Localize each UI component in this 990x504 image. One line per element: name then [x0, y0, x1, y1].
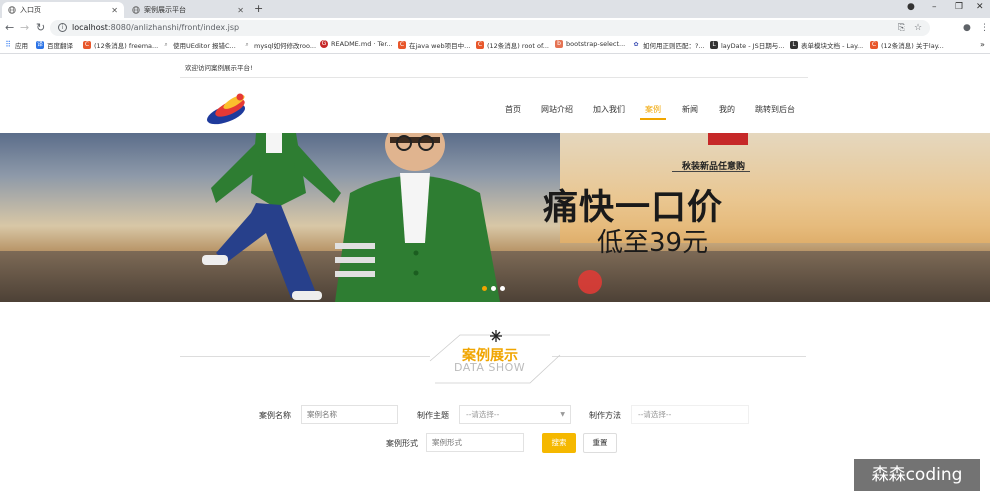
paw-icon: ✿ [632, 41, 640, 49]
csdn-icon: C [398, 41, 406, 49]
menu-icon[interactable]: ⋮ [980, 23, 989, 33]
nav-mine[interactable]: 我的 [719, 104, 735, 115]
method-label: 制作方法 [589, 411, 621, 420]
nav-active-indicator [640, 118, 666, 120]
bookmarks-overflow-button[interactable]: » [980, 40, 985, 49]
section-divider-right [552, 356, 806, 357]
mouse-cursor-highlight [578, 270, 602, 294]
banner-carousel[interactable]: 秋装新品任意购 痛快一口价 低至39元 [0, 133, 990, 302]
chevron-down-icon: ▼ [560, 411, 565, 418]
info-icon[interactable]: i [58, 23, 67, 32]
gitee-icon: G [320, 40, 328, 48]
browser-tab-cases[interactable]: 案例展示平台 ✕ [126, 2, 250, 18]
section-divider-left [180, 356, 430, 357]
case-name-label: 案例名称 [259, 411, 291, 420]
bookmark-item[interactable]: L 表单模块文档 - Lay... [790, 40, 863, 50]
csdn-icon: C [870, 41, 878, 49]
carousel-dot-3[interactable] [500, 286, 505, 291]
apps-grid-icon: ⠿ [4, 40, 12, 49]
layui-icon: L [790, 41, 798, 49]
bookmark-item[interactable]: b bootstrap-select... [555, 40, 625, 48]
globe-icon [8, 6, 16, 14]
tab-title: 案例展示平台 [144, 6, 186, 14]
carousel-indicators [482, 286, 505, 291]
csdn-icon: C [476, 41, 484, 49]
bookmark-item[interactable]: C (12条消息) 关于lay... [870, 40, 944, 50]
maker-select[interactable]: --请选择-- ▼ [459, 405, 571, 424]
browser-tab-bar: 入口页 ✕ 案例展示平台 ✕ + ● – ❐ ✕ [0, 0, 990, 18]
close-tab-icon[interactable]: ✕ [111, 6, 118, 15]
back-icon[interactable]: ← [5, 21, 14, 35]
site-logo[interactable] [204, 88, 254, 126]
search-icon: ⌕ [243, 41, 251, 49]
bookmark-item[interactable]: ⌕ mysql如何修改roo... [243, 40, 316, 50]
bootstrap-icon: b [555, 40, 563, 48]
translate-icon: 译 [36, 41, 44, 49]
csdn-icon: C [83, 41, 91, 49]
close-window-icon[interactable]: ✕ [976, 2, 984, 12]
bookmark-apps[interactable]: ⠿ 应用 [4, 40, 28, 50]
nav-cases[interactable]: 案例 [645, 104, 661, 115]
section-subtitle: DATA SHOW [454, 361, 526, 374]
carousel-dot-2[interactable] [491, 286, 496, 291]
maker-label: 制作主题 [417, 411, 449, 420]
globe-icon [132, 6, 140, 14]
bookmark-item[interactable]: C (12条消息) root of... [476, 40, 549, 50]
banner-model-standing [335, 133, 500, 302]
tab-title: 入口页 [20, 6, 41, 14]
method-select[interactable]: --请选择-- [631, 405, 749, 424]
address-url[interactable]: localhost:8080/anlizhanshi/front/index.j… [72, 23, 239, 32]
new-tab-button[interactable]: + [254, 2, 263, 16]
divider [180, 77, 808, 78]
translate-icon[interactable]: ⎘ [898, 23, 905, 33]
banner-badge [708, 133, 748, 145]
carousel-dot-1[interactable] [482, 286, 487, 291]
reset-button[interactable]: 重置 [583, 433, 617, 453]
banner-price: 低至39元 [597, 228, 709, 258]
nav-news[interactable]: 新闻 [682, 104, 698, 115]
bookmark-item[interactable]: C (12条消息) freema... [83, 40, 158, 50]
layui-icon: L [710, 41, 718, 49]
bookmark-item[interactable]: 译 百度翻译 [36, 40, 73, 50]
banner-model-jumping [202, 133, 341, 300]
forward-icon[interactable]: → [20, 21, 29, 35]
case-name-input[interactable] [301, 405, 398, 424]
bookmark-item[interactable]: ✿ 如何用正则匹配：?... [632, 40, 705, 50]
restore-icon[interactable]: ❐ [955, 2, 963, 12]
account-icon[interactable]: ● [963, 23, 971, 33]
minimize-icon[interactable]: – [932, 2, 937, 12]
close-tab-icon[interactable]: ✕ [237, 6, 244, 15]
nav-join[interactable]: 加入我们 [593, 104, 625, 115]
welcome-text: 欢迎访问案例展示平台! [185, 64, 253, 72]
bookmark-item[interactable]: L layDate - JS日期与... [710, 40, 784, 50]
nav-home[interactable]: 首页 [505, 104, 521, 115]
bookmark-item[interactable]: G README.md · Ter... [320, 40, 393, 48]
search-icon: ⌕ [162, 41, 170, 49]
watermark: 森森coding [854, 459, 980, 491]
nav-admin[interactable]: 跳转到后台 [755, 104, 795, 115]
profile-badge-icon[interactable]: ● [907, 2, 915, 12]
bookmarks-bar: ⠿ 应用 译 百度翻译 C (12条消息) freema... ⌕ 使用UEdi… [0, 38, 990, 54]
reload-icon[interactable]: ↻ [36, 21, 45, 35]
form-type-input[interactable] [426, 433, 524, 452]
search-button[interactable]: 搜索 [542, 433, 576, 453]
nav-about[interactable]: 网站介绍 [541, 104, 573, 115]
address-bar[interactable]: i localhost:8080/anlizhanshi/front/index… [50, 20, 930, 36]
browser-tab-entry[interactable]: 入口页 ✕ [2, 2, 124, 18]
form-type-label: 案例形式 [386, 439, 418, 448]
star-icon[interactable]: ☆ [914, 23, 922, 33]
banner-divider [672, 171, 750, 172]
bookmark-item[interactable]: C 在java web项目中... [398, 40, 470, 50]
bookmark-item[interactable]: ⌕ 使用UEditor 报错C... [162, 40, 236, 50]
browser-toolbar: ← → ↻ i localhost:8080/anlizhanshi/front… [0, 18, 990, 38]
